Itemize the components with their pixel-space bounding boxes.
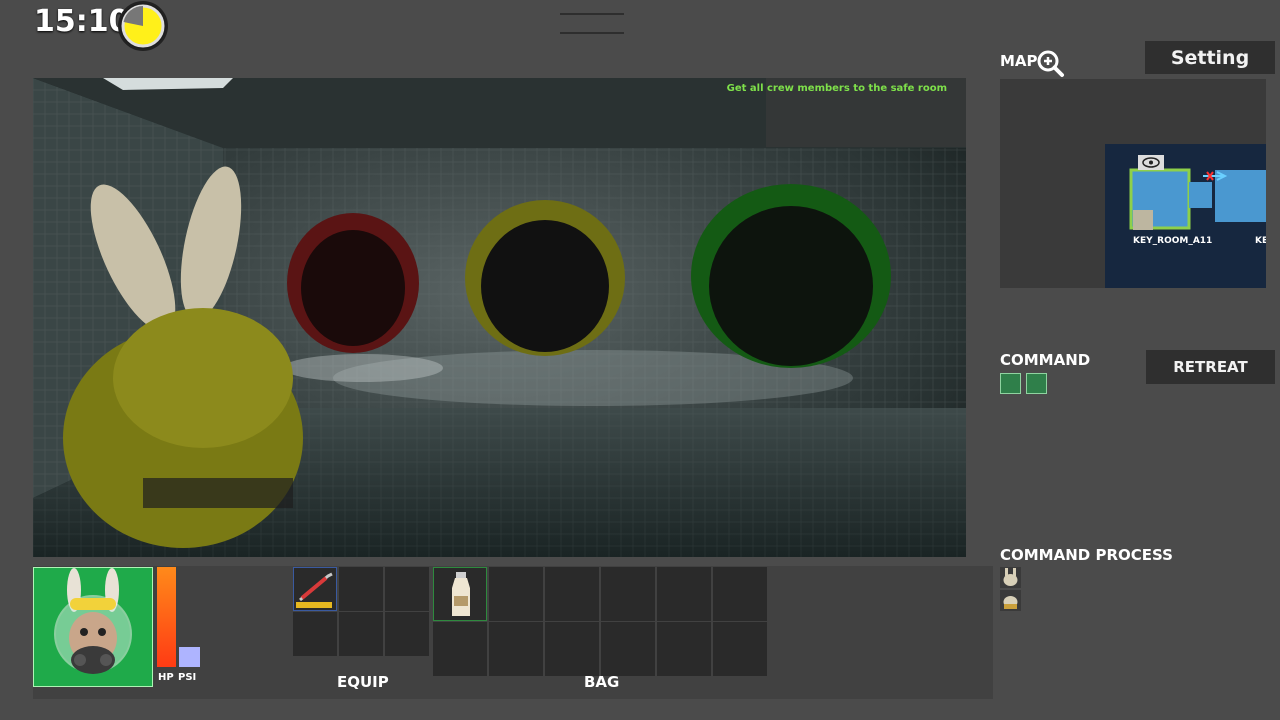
equip-slot[interactable] xyxy=(293,567,337,611)
bag-slot[interactable] xyxy=(433,567,487,621)
equip-slot[interactable] xyxy=(385,567,429,611)
bag-slot[interactable] xyxy=(433,622,487,676)
bag-slot[interactable] xyxy=(601,622,655,676)
equip-slot[interactable] xyxy=(385,612,429,656)
equip-slot[interactable] xyxy=(339,612,383,656)
setting-button[interactable]: Setting xyxy=(1145,41,1275,74)
hp-bar xyxy=(157,567,176,667)
milk-bottle-icon xyxy=(452,572,470,616)
character-portrait[interactable] xyxy=(33,567,153,687)
psi-bar xyxy=(179,647,200,667)
bag-slot[interactable] xyxy=(657,622,711,676)
hp-label: HP xyxy=(158,672,174,683)
crew-member-icon xyxy=(1000,567,1021,588)
crew-member-icon[interactable] xyxy=(1000,373,1021,394)
command-process-label: COMMAND PROCESS xyxy=(1000,546,1173,564)
crew-member-icon xyxy=(1000,590,1021,611)
crew-member-icon[interactable] xyxy=(1026,373,1047,394)
equip-label: EQUIP xyxy=(337,673,389,691)
bag-slot[interactable] xyxy=(601,567,655,621)
room-label-partial: KE xyxy=(1255,236,1266,246)
command-label: COMMAND xyxy=(1000,351,1091,369)
minimap[interactable]: KEY_ROOM_A11 KE xyxy=(1000,79,1266,288)
rabbit-avatar-icon xyxy=(34,568,152,686)
scene-render xyxy=(33,78,966,557)
game-viewport[interactable]: Get all crew members to the safe room xyxy=(33,78,966,557)
bag-slot[interactable] xyxy=(489,622,543,676)
room-label-key-room-a11: KEY_ROOM_A11 xyxy=(1133,236,1213,246)
top-tab-indicators xyxy=(560,0,720,34)
bag-slot[interactable] xyxy=(713,567,767,621)
equip-slot[interactable] xyxy=(339,567,383,611)
minimap-explored-area: KEY_ROOM_A11 KE xyxy=(1105,144,1266,288)
time-display: 15:10 xyxy=(34,4,130,39)
equip-slot[interactable] xyxy=(293,612,337,656)
minimap-rooms xyxy=(1129,155,1266,230)
psi-label: PSI xyxy=(178,672,197,683)
clock-dial-icon xyxy=(118,1,168,51)
map-label: MAP xyxy=(1000,52,1038,70)
bag-slot[interactable] xyxy=(489,567,543,621)
bag-label: BAG xyxy=(584,673,620,691)
retreat-button[interactable]: RETREAT xyxy=(1146,350,1275,384)
crowbar-icon xyxy=(296,572,333,608)
zoom-in-icon[interactable] xyxy=(1035,48,1065,78)
objective-text: Get all crew members to the safe room xyxy=(726,83,947,94)
bag-slot[interactable] xyxy=(713,622,767,676)
bag-slot[interactable] xyxy=(545,567,599,621)
bag-slot[interactable] xyxy=(545,622,599,676)
bag-slot[interactable] xyxy=(657,567,711,621)
